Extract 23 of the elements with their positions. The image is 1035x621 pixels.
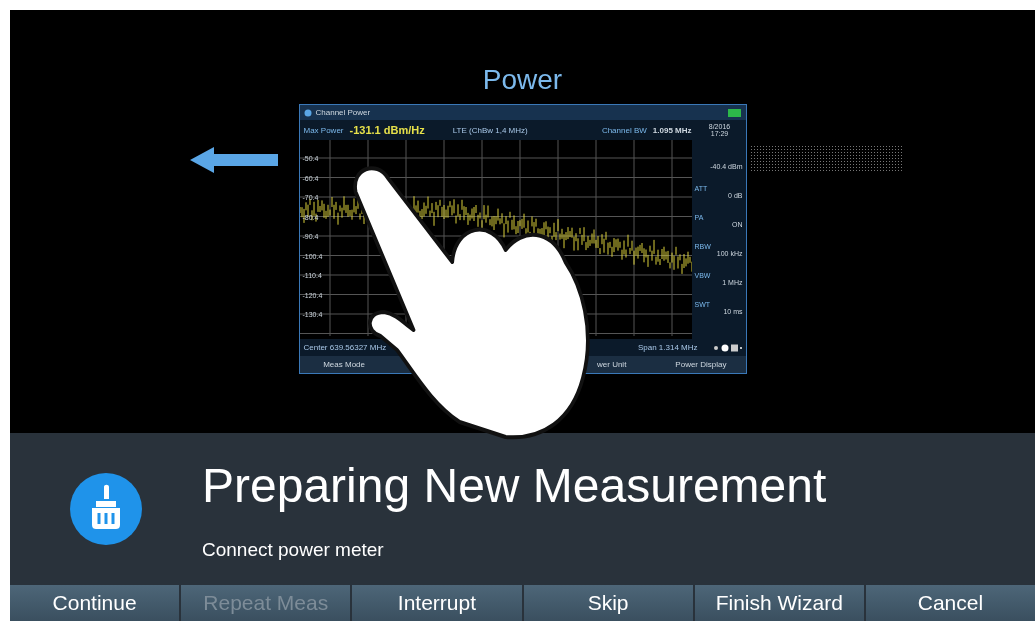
wizard-button[interactable]: Interrupt xyxy=(352,585,522,621)
wizard-button[interactable]: Finish Wizard xyxy=(694,585,864,621)
wizard-button[interactable]: Cancel xyxy=(865,585,1035,621)
standard-label: LTE (ChBw 1,4 MHz) xyxy=(452,125,528,135)
left-arrow-icon xyxy=(190,147,280,173)
softkey[interactable]: Power Display xyxy=(675,360,727,369)
bandwidth-value: 1.095 MHz xyxy=(652,125,692,135)
status-icons-drawing xyxy=(711,343,742,352)
readout-label: Max Power xyxy=(303,125,344,135)
step-title: Preparing New Measurement xyxy=(202,457,827,513)
wizard-button[interactable]: Continue xyxy=(10,585,180,621)
brush-icon xyxy=(70,473,142,545)
softkey[interactable]: Meas Mode xyxy=(323,360,365,369)
span-frequency: Span 1.314 MHz xyxy=(637,343,698,352)
battery-icon xyxy=(727,108,742,117)
wizard-button[interactable]: Skip xyxy=(523,585,693,621)
readout-value: -131.1 dBm/Hz xyxy=(349,124,425,136)
page-title: Power xyxy=(482,64,563,97)
bandwidth-label: Channel BW xyxy=(601,125,647,135)
step-message: Connect power meter xyxy=(202,538,385,561)
softkey[interactable]: wer Unit xyxy=(597,360,627,369)
screen-title: Channel Power xyxy=(315,108,371,117)
center-frequency: Center 639.56327 MHz xyxy=(303,343,387,352)
